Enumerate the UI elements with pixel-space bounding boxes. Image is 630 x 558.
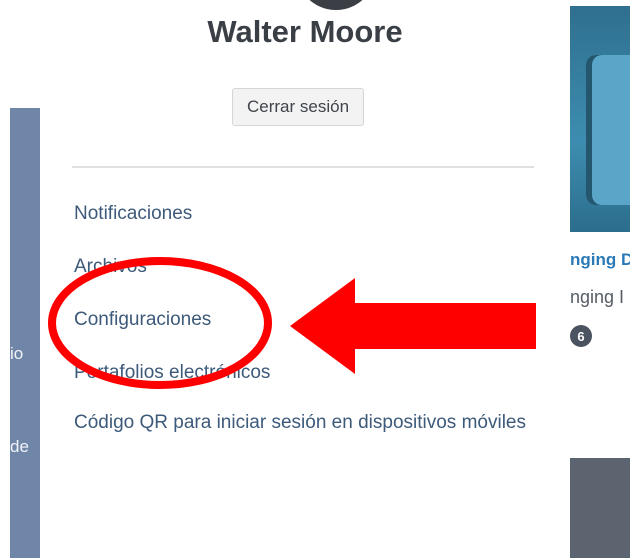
sidebar-fragment: de: [10, 437, 29, 456]
background-sidebar-strip: io de: [10, 108, 40, 558]
logout-button[interactable]: Cerrar sesión: [232, 88, 365, 126]
course-card-subtitle: nging I: [570, 287, 625, 307]
course-card-image: [586, 55, 630, 205]
sidebar-fragment: io: [10, 344, 24, 363]
divider: [72, 166, 534, 168]
menu-item-files[interactable]: Archivos: [74, 256, 147, 278]
course-card-title[interactable]: nging D: [570, 250, 630, 270]
background-dark-block: [570, 458, 630, 558]
avatar[interactable]: [296, 0, 376, 10]
user-name: Walter Moore: [207, 14, 403, 49]
course-card-badge: 6: [570, 325, 592, 347]
menu-item-eportfolios[interactable]: Portafolios electrónicos: [74, 362, 270, 384]
user-menu-dropdown: Walter Moore Cerrar sesión Notificacione…: [40, 0, 570, 558]
menu-item-settings[interactable]: Configuraciones: [74, 309, 211, 331]
menu-item-qr-login[interactable]: Código QR para iniciar sesión en disposi…: [74, 406, 544, 440]
menu-item-notifications[interactable]: Notificaciones: [74, 203, 192, 225]
